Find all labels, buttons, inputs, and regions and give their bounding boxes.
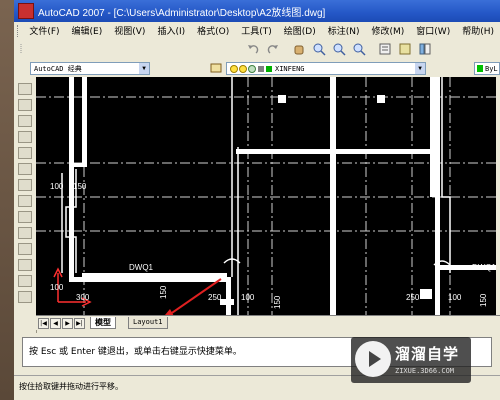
grip-icon <box>17 24 19 37</box>
properties-icon[interactable] <box>378 42 392 56</box>
tab-layout1[interactable]: Layout1 <box>128 317 168 329</box>
first-tab-icon[interactable]: |◀ <box>38 318 49 329</box>
last-tab-icon[interactable]: ▶| <box>74 318 85 329</box>
menu-tools[interactable]: 工具(T) <box>235 24 278 37</box>
table-tool-icon[interactable] <box>18 275 32 287</box>
next-tab-icon[interactable]: ▶ <box>62 318 73 329</box>
dim-150-top: 150 <box>73 182 87 191</box>
draw-toolbar <box>14 77 37 333</box>
drawing-canvas[interactable]: 100 150 100 300 DWQ1 DWQ1 150 250 100 15… <box>36 77 500 315</box>
polygon-tool-icon[interactable] <box>18 115 32 127</box>
insert-block-icon[interactable] <box>18 211 32 223</box>
monitor-bezel <box>0 0 14 400</box>
status-text: 按住拾取键并拖动进行平移。 <box>19 382 123 391</box>
dim-100-mid: 100 <box>241 293 255 302</box>
tab-model[interactable]: 模型 <box>90 317 116 329</box>
grip-icon <box>18 42 32 56</box>
autocad-window: AutoCAD 2007 - [C:\Users\Administrator\D… <box>14 0 500 400</box>
color-swatch-icon <box>477 65 483 72</box>
wall-outlines <box>69 77 500 315</box>
layout-tabs: |◀ ◀ ▶ ▶| 模型 Layout1 <box>36 315 500 330</box>
layer-dropdown[interactable]: XINFENG ▼ <box>226 62 426 75</box>
zoom-realtime-icon[interactable] <box>312 42 326 56</box>
hatch-tool-icon[interactable] <box>18 243 32 255</box>
pan-hand-icon[interactable] <box>292 42 306 56</box>
menu-bar: 文件(F) 编辑(E) 视图(V) 插入(I) 格式(O) 工具(T) 绘图(D… <box>14 22 500 40</box>
window-title: AutoCAD 2007 - [C:\Users\Administrator\D… <box>38 7 326 19</box>
circle-tool-icon[interactable] <box>18 163 32 175</box>
watermark-title: 溜溜自学 <box>395 345 460 363</box>
layer-manager-icon[interactable] <box>210 62 222 74</box>
zoom-previous-icon[interactable] <box>352 42 366 56</box>
color-dropdown[interactable]: ByL <box>474 62 500 75</box>
dim-100-top: 100 <box>50 182 64 191</box>
watermark-url: ZIXUE.3D66.COM <box>395 367 455 375</box>
dim-100-right: 100 <box>448 293 462 302</box>
title-bar: AutoCAD 2007 - [C:\Users\Administrator\D… <box>14 0 500 22</box>
layer-state-icons <box>230 65 272 73</box>
autocad-app-icon[interactable] <box>18 3 34 19</box>
polyline-tool-icon[interactable] <box>18 99 32 111</box>
workspace-value: AutoCAD 经典 <box>34 65 82 73</box>
point-tool-icon[interactable] <box>18 227 32 239</box>
workspace-layer-toolbar: AutoCAD 经典 ▼ XINFENG ▼ ByL <box>14 61 500 78</box>
menu-help[interactable]: 帮助(H) <box>456 24 500 37</box>
chevron-down-icon: ▼ <box>415 63 425 74</box>
dim-100-bottom: 100 <box>50 283 64 292</box>
ellipse-tool-icon[interactable] <box>18 195 32 207</box>
line-tool-icon[interactable] <box>18 83 32 95</box>
rectangle-tool-icon[interactable] <box>18 131 32 143</box>
dim-150-center: 150 <box>273 295 282 309</box>
color-value: ByL <box>485 65 498 73</box>
region-tool-icon[interactable] <box>18 259 32 271</box>
undo-icon[interactable] <box>246 42 260 56</box>
layer-name: XINFENG <box>275 65 305 73</box>
menu-format[interactable]: 格式(O) <box>191 24 235 37</box>
spline-tool-icon[interactable] <box>18 179 32 191</box>
dim-250-right: 250 <box>406 293 420 302</box>
prev-tab-icon[interactable]: ◀ <box>50 318 61 329</box>
dim-300: 300 <box>76 293 90 302</box>
watermark: 溜溜自学 ZIXUE.3D66.COM <box>351 337 471 383</box>
menu-modify[interactable]: 修改(M) <box>365 24 410 37</box>
dim-150-mid: 150 <box>159 285 168 299</box>
menu-insert[interactable]: 插入(I) <box>151 24 191 37</box>
dim-150-right: 150 <box>479 293 488 307</box>
menu-view[interactable]: 视图(V) <box>108 24 151 37</box>
dwq-label-right: DWQ1 <box>472 263 497 272</box>
vertical-scrollbar[interactable] <box>496 77 500 315</box>
menu-edit[interactable]: 编辑(E) <box>66 24 109 37</box>
menu-dimension[interactable]: 标注(N) <box>322 24 366 37</box>
design-center-icon[interactable] <box>398 42 412 56</box>
tool-palettes-icon[interactable] <box>418 42 432 56</box>
play-logo-icon <box>355 341 391 377</box>
standard-toolbar <box>14 39 500 62</box>
menu-file[interactable]: 文件(F) <box>23 24 65 37</box>
mtext-tool-icon[interactable] <box>18 291 32 303</box>
arc-tool-icon[interactable] <box>18 147 32 159</box>
zoom-window-icon[interactable] <box>332 42 346 56</box>
redo-icon[interactable] <box>266 42 280 56</box>
dim-250-left: 250 <box>208 293 222 302</box>
chevron-down-icon: ▼ <box>139 63 149 74</box>
dwq-label-left: DWQ1 <box>129 263 154 272</box>
menu-window[interactable]: 窗口(W) <box>410 24 456 37</box>
menu-draw[interactable]: 绘图(D) <box>278 24 322 37</box>
workspace-dropdown[interactable]: AutoCAD 经典 ▼ <box>30 62 150 75</box>
